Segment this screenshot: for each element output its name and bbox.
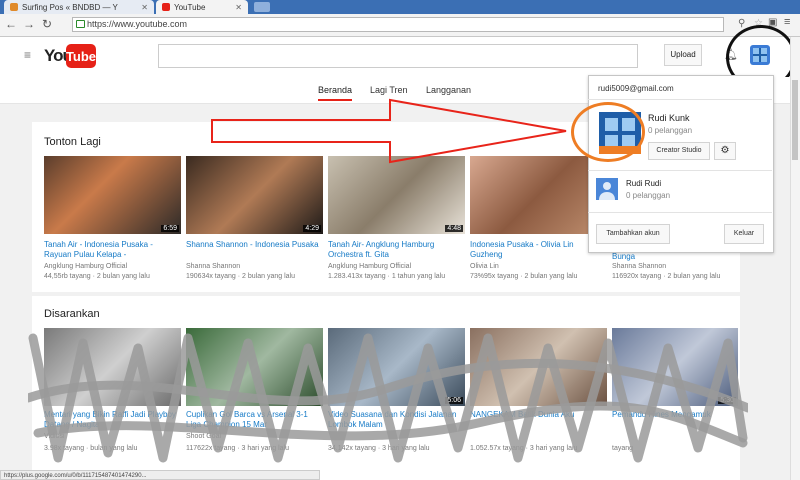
add-account-button[interactable]: Tambahkan akun xyxy=(596,224,670,244)
video-title-link[interactable]: Tanah Air- Angklung Hamburg Orchestra ft… xyxy=(328,240,465,260)
annotation-arrow-icon xyxy=(211,98,567,164)
upload-button[interactable]: Upload xyxy=(664,44,702,66)
annotation-circle-orange xyxy=(571,102,645,162)
creator-studio-button[interactable]: Creator Studio xyxy=(648,142,710,160)
forward-arrow-icon[interactable]: → xyxy=(22,17,36,31)
browser-tab-1[interactable]: Surfing Pos « BNDBD — Y ✕ xyxy=(4,0,154,14)
status-bar-url: https://plus.google.com/u/0/b/1117154874… xyxy=(0,470,320,480)
video-thumbnail[interactable]: 4:48 xyxy=(328,156,465,234)
secondary-subscriber-count: 0 pelanggan xyxy=(626,191,671,200)
close-tab-icon[interactable]: ✕ xyxy=(141,3,148,12)
reload-icon[interactable]: ↻ xyxy=(40,17,54,31)
youtube-favicon-icon xyxy=(162,3,170,11)
zoom-icon[interactable]: ⚲ xyxy=(738,18,745,29)
video-channel[interactable]: Shanna Shannon xyxy=(612,262,738,271)
tab-label: YouTube xyxy=(174,2,206,12)
video-meta: 44,55rb tayang · 2 bulan yang lalu xyxy=(44,273,150,280)
close-tab-icon[interactable]: ✕ xyxy=(235,3,242,12)
settings-gear-icon[interactable]: ⚙ xyxy=(714,142,736,160)
search-input[interactable] xyxy=(158,44,638,68)
video-meta: 1.283.413x tayang · 1 tahun yang lalu xyxy=(328,273,446,280)
site-favicon-icon xyxy=(10,3,18,11)
secondary-account-avatar[interactable] xyxy=(596,178,618,200)
primary-account-name[interactable]: Rudi Kunk xyxy=(648,113,690,123)
new-tab-button[interactable] xyxy=(254,2,270,12)
video-channel[interactable]: Shanna Shannon xyxy=(186,262,323,271)
video-channel[interactable]: Olivia Lin xyxy=(470,262,607,271)
secondary-account-name[interactable]: Rudi Rudi xyxy=(626,179,661,188)
video-thumbnail[interactable] xyxy=(470,156,607,234)
guide-menu-icon[interactable]: ≡ xyxy=(24,48,31,62)
section-title: Tonton Lagi xyxy=(44,136,101,148)
account-email: rudi5009@gmail.com xyxy=(598,84,674,93)
menu-icon[interactable]: ≡ xyxy=(784,16,790,28)
browser-tab-2[interactable]: YouTube ✕ xyxy=(156,0,248,14)
video-title-link[interactable]: Tanah Air - Indonesia Pusaka - Rayuan Pu… xyxy=(44,240,181,260)
video-duration: 4:29 xyxy=(303,225,321,232)
video-meta: 73%95x tayang · 2 bulan yang lalu xyxy=(470,273,578,280)
divider xyxy=(588,212,772,213)
youtube-logo-tube[interactable]: Tube xyxy=(66,44,96,68)
url-text: https://www.youtube.com xyxy=(87,19,188,29)
scrollbar-thumb[interactable] xyxy=(792,80,798,160)
video-channel[interactable]: Angklung Hamburg Official xyxy=(328,262,465,271)
sign-out-button[interactable]: Keluar xyxy=(724,224,764,244)
video-thumbnail[interactable]: 6:59 xyxy=(44,156,181,234)
divider xyxy=(588,99,772,100)
video-channel[interactable]: Angklung Hamburg Official xyxy=(44,262,181,271)
person-icon xyxy=(599,182,615,200)
tab-lagi-tren[interactable]: Lagi Tren xyxy=(370,85,408,95)
video-title-link[interactable]: Bunga xyxy=(612,252,738,262)
divider xyxy=(588,170,772,171)
video-duration: 4:48 xyxy=(445,225,463,232)
video-title-link[interactable]: Shanna Shannon - Indonesia Pusaka xyxy=(186,240,323,250)
redaction-scribble xyxy=(28,333,748,463)
back-arrow-icon[interactable]: ← xyxy=(4,17,18,31)
tab-langganan[interactable]: Langganan xyxy=(426,85,471,95)
video-thumbnail[interactable]: 4:29 xyxy=(186,156,323,234)
video-meta: 116920x tayang · 2 bulan yang lalu xyxy=(612,273,721,280)
video-meta: 190634x tayang · 2 bulan yang lalu xyxy=(186,273,295,280)
video-duration: 6:59 xyxy=(161,225,179,232)
lock-icon xyxy=(76,20,85,28)
video-title-link[interactable]: Indonesia Pusaka - Olivia Lin Guzheng xyxy=(470,240,607,260)
tab-label: Surfing Pos « BNDBD — Y xyxy=(22,2,118,12)
address-bar[interactable]: https://www.youtube.com xyxy=(72,17,724,32)
primary-subscriber-count: 0 pelanggan xyxy=(648,126,693,135)
